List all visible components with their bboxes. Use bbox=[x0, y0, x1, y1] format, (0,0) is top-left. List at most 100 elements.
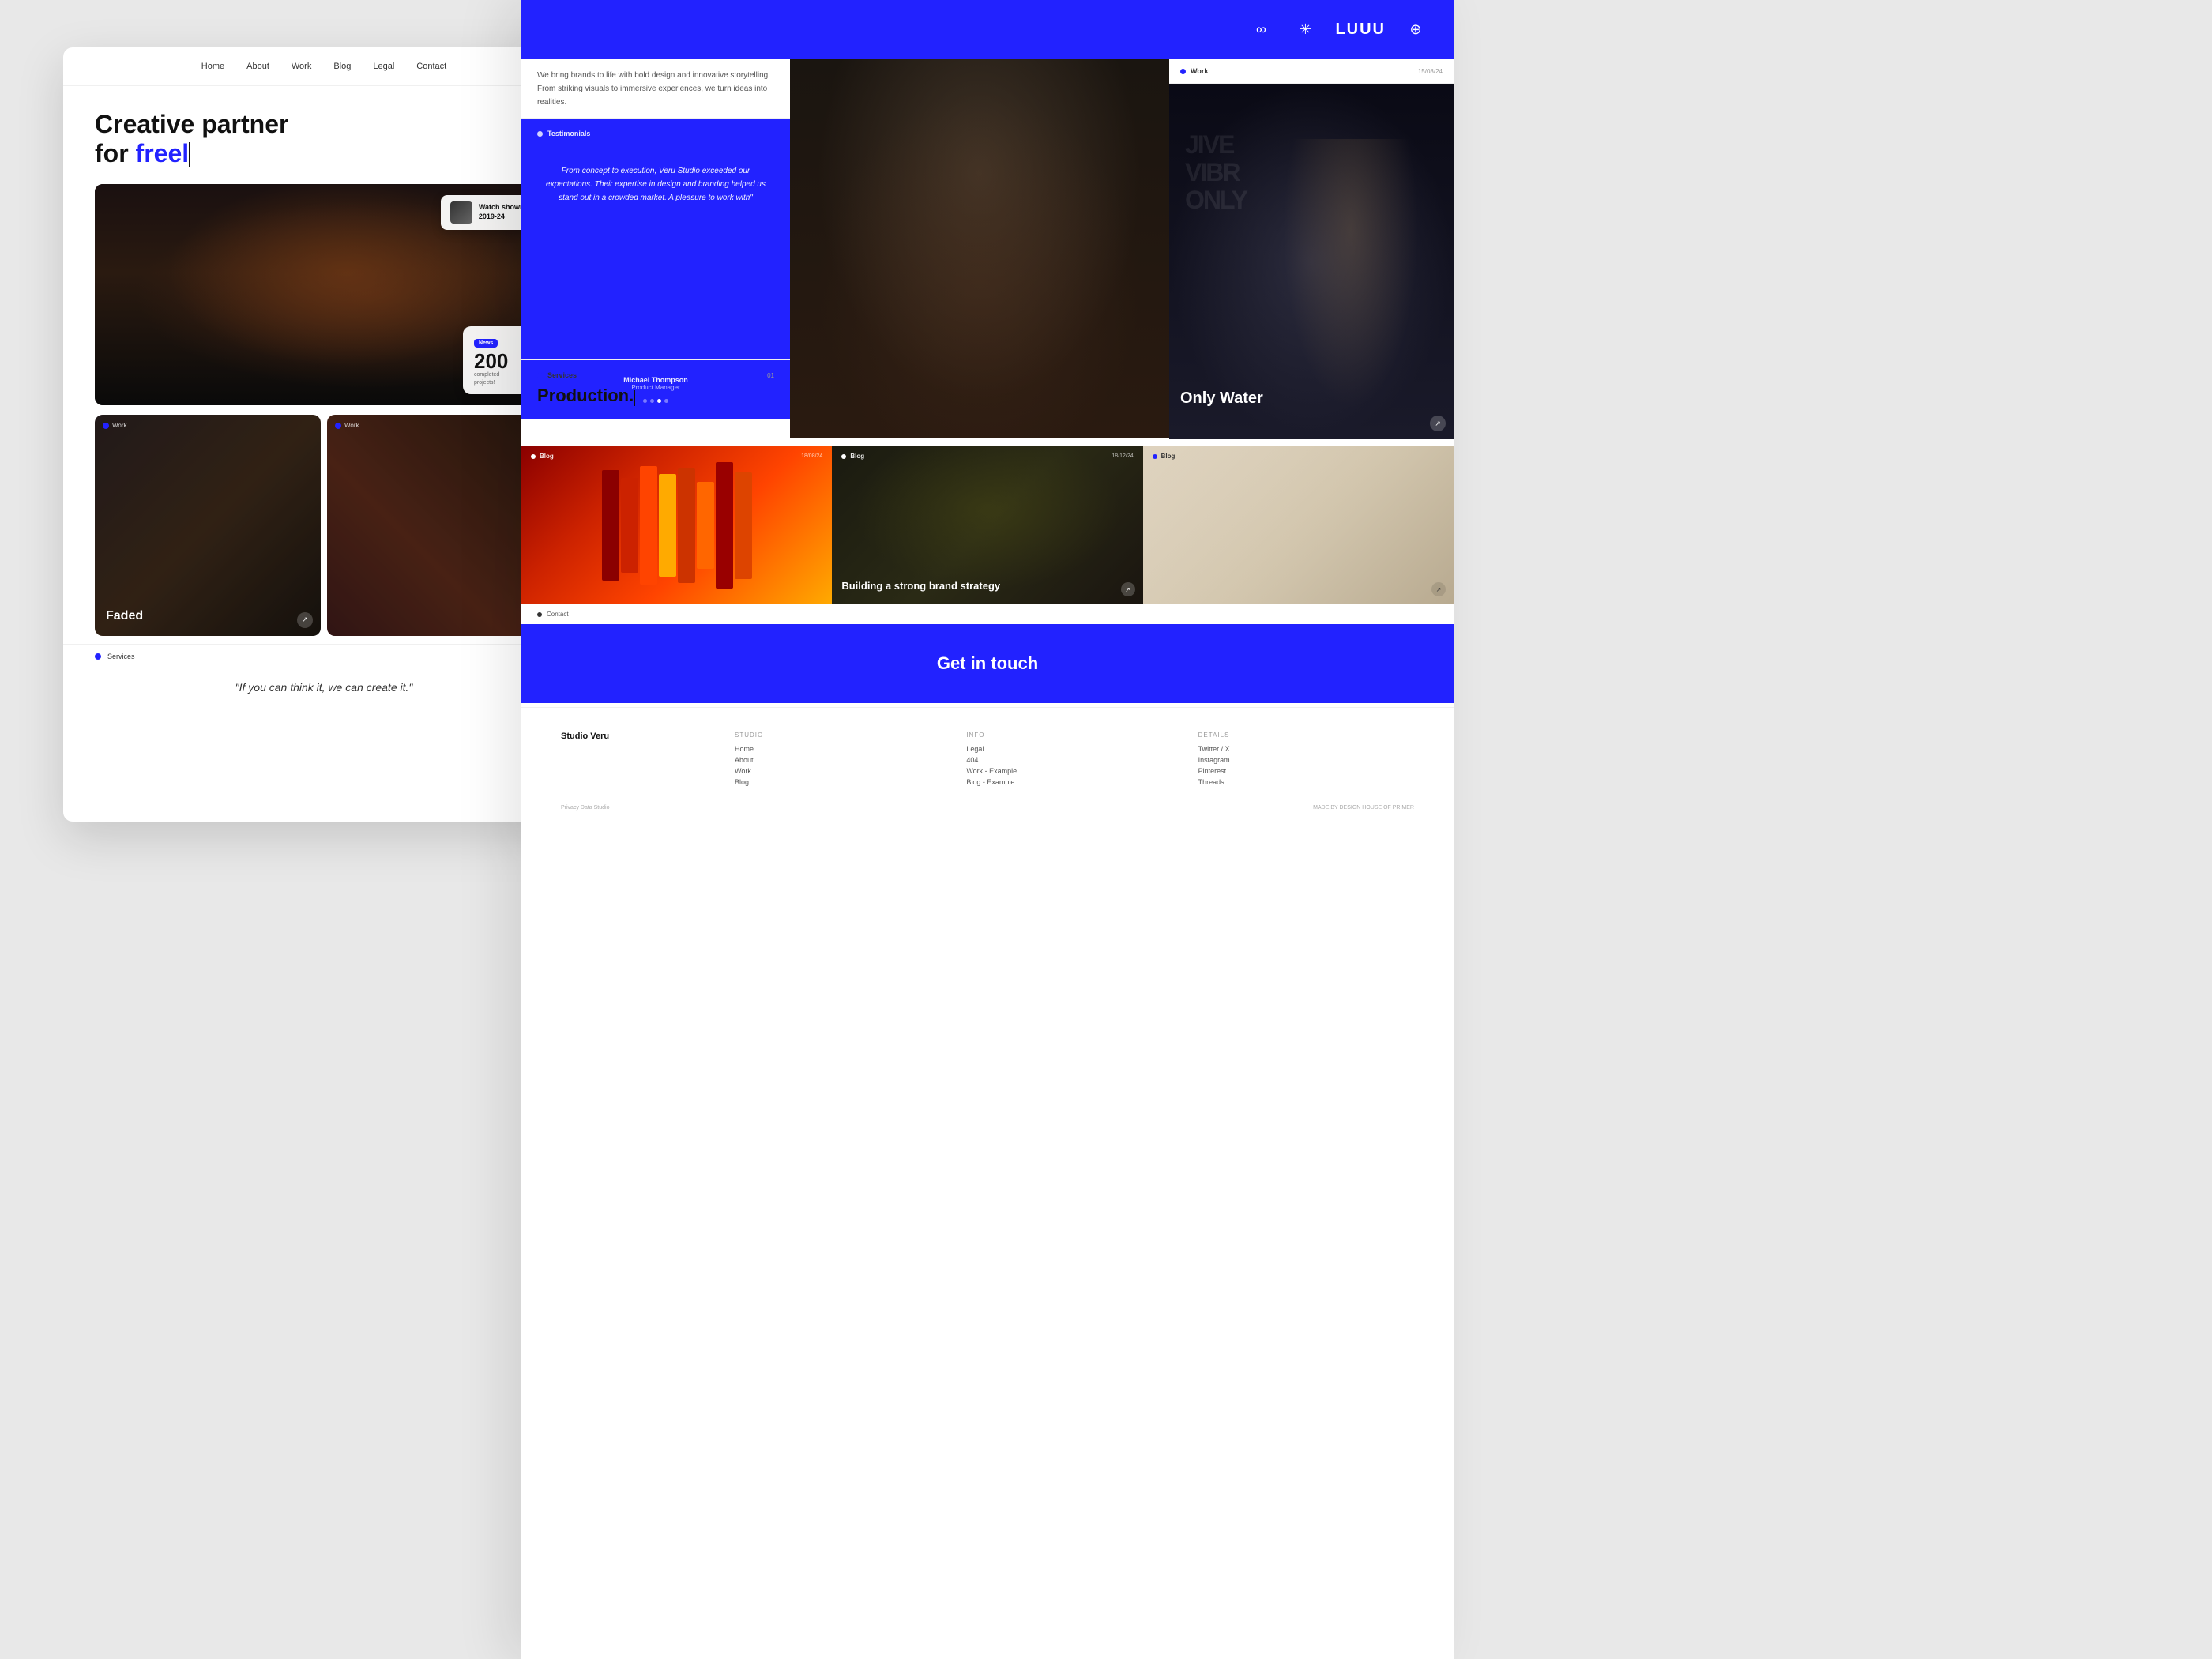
work-row: Work Faded ↗ Work ↗ bbox=[95, 415, 553, 636]
footer-brand-col: Studio Veru bbox=[561, 732, 719, 789]
work-card-title-faded: Faded bbox=[106, 609, 143, 623]
services-section: Services 01 Production. bbox=[521, 359, 790, 438]
blog-card-subway-header: Blog bbox=[1143, 446, 1454, 466]
nav-home[interactable]: Home bbox=[201, 62, 224, 71]
work-label-track: Work bbox=[344, 422, 359, 429]
quote-text: "If you can think it, we can create it." bbox=[95, 681, 553, 694]
services-bar-label: Services bbox=[107, 653, 135, 660]
services-num: 01 bbox=[767, 372, 774, 379]
contact-btn-text: Get in touch bbox=[937, 653, 1038, 674]
hero-video[interactable]: Watch showreel 2019-24 News 200 complete… bbox=[95, 184, 553, 405]
nav-work[interactable]: Work bbox=[292, 62, 311, 71]
blog-card-books-header: Blog 18/08/24 bbox=[521, 446, 832, 466]
contact-header-strip: Contact bbox=[521, 604, 1454, 624]
contact-label: Contact bbox=[547, 611, 569, 618]
blog-dot-label-books: Blog bbox=[531, 453, 554, 460]
blog-card-arrow-subway[interactable]: ↗ bbox=[1431, 582, 1446, 596]
header-logo-text: LUUU bbox=[1335, 21, 1386, 39]
footer-col-info: INFO Legal 404 Work - Example Blog - Exa… bbox=[966, 732, 1182, 789]
blog-card-title-person: Building a strong brand strategy bbox=[841, 580, 1000, 593]
blog-card-person[interactable]: Blog 18/12/24 Building a strong brand st… bbox=[832, 446, 1142, 604]
testimonials-label: Testimonials bbox=[547, 130, 590, 137]
work-big-dot bbox=[1180, 69, 1186, 74]
footer-link-blog[interactable]: Blog bbox=[735, 778, 950, 786]
work-big-label: Work bbox=[1191, 67, 1208, 75]
footer-link-instagram[interactable]: Instagram bbox=[1198, 756, 1414, 764]
footer-col-details: DETAILS Twitter / X Instagram Pinterest … bbox=[1198, 732, 1414, 789]
footer-grid: Studio Veru STUDIO Home About Work Blog … bbox=[561, 732, 1414, 789]
footer-studio-title: STUDIO bbox=[735, 732, 950, 739]
services-header: Services 01 bbox=[537, 371, 774, 379]
header-icon-star: ✳ bbox=[1291, 16, 1319, 44]
blog-dot-label-subway: Blog bbox=[1153, 453, 1176, 460]
work-dot bbox=[103, 423, 109, 429]
services-hdr-left: Services bbox=[537, 371, 577, 379]
services-bar: Services 01 bbox=[63, 644, 585, 668]
work-big-date: 15/08/24 bbox=[1418, 68, 1443, 75]
work-card-track[interactable]: Work ↗ bbox=[327, 415, 553, 636]
nav-legal[interactable]: Legal bbox=[373, 62, 394, 71]
footer-link-about[interactable]: About bbox=[735, 756, 950, 764]
footer-link-work-ex[interactable]: Work - Example bbox=[966, 767, 1182, 775]
blog-card-arrow-person[interactable]: ↗ bbox=[1121, 582, 1135, 596]
footer-copy: Privacy Data Studio bbox=[561, 805, 609, 811]
contact-section: Contact Get in touch bbox=[521, 604, 1454, 707]
about-text: We bring brands to life with bold design… bbox=[537, 69, 774, 109]
only-water-text: Only Water bbox=[1180, 389, 1263, 408]
work-big-image[interactable]: JIVEVIBRONLY Only Water ↗ bbox=[1169, 84, 1454, 439]
hero-section: Creative partner for freel bbox=[63, 86, 585, 184]
services-left: Services bbox=[95, 653, 135, 660]
books-decoration bbox=[521, 446, 832, 604]
work-card-faded[interactable]: Work Faded ↗ bbox=[95, 415, 321, 636]
blog-card-subway[interactable]: Blog ↗ bbox=[1143, 446, 1454, 604]
contact-btn[interactable]: Get in touch bbox=[521, 624, 1454, 703]
blog-dot-label-person: Blog bbox=[841, 453, 864, 460]
nav-blog[interactable]: Blog bbox=[333, 62, 351, 71]
nav-about[interactable]: About bbox=[246, 62, 269, 71]
blog-dot-books bbox=[531, 454, 536, 459]
work-label-faded: Work bbox=[112, 422, 127, 429]
nav-bar: Home About Work Blog Legal Contact bbox=[63, 47, 585, 86]
nav-contact[interactable]: Contact bbox=[416, 62, 446, 71]
footer-link-pinterest[interactable]: Pinterest bbox=[1198, 767, 1414, 775]
work-dot-2 bbox=[335, 423, 341, 429]
production-text: Production. bbox=[537, 386, 774, 406]
contact-dot bbox=[537, 612, 542, 617]
s-dot bbox=[537, 373, 543, 378]
footer-link-legal[interactable]: Legal bbox=[966, 745, 1182, 753]
testimonials-quote: From concept to execution, Veru Studio e… bbox=[537, 164, 774, 205]
blog-row: Blog 18/08/24 Blog bbox=[521, 446, 1454, 604]
services-dot bbox=[95, 653, 101, 660]
footer-link-home[interactable]: Home bbox=[735, 745, 950, 753]
footer-link-work[interactable]: Work bbox=[735, 767, 950, 775]
work-card-arrow-faded[interactable]: ↗ bbox=[297, 612, 313, 628]
footer-section: Studio Veru STUDIO Home About Work Blog … bbox=[521, 707, 1454, 834]
blog-date-books: 18/08/24 bbox=[801, 453, 822, 459]
right-panel: ∞ ✳ LUUU ⊕ We bring brands to life with … bbox=[521, 0, 1454, 1659]
blog-label-person: Blog bbox=[850, 453, 864, 460]
footer-col-studio: STUDIO Home About Work Blog bbox=[735, 732, 950, 789]
blog-date-person: 18/12/24 bbox=[1112, 453, 1133, 459]
services-title: Services bbox=[547, 371, 577, 379]
portrait-section bbox=[790, 59, 1169, 438]
footer-link-threads[interactable]: Threads bbox=[1198, 778, 1414, 786]
work-big-arrow[interactable]: ↗ bbox=[1430, 416, 1446, 431]
blog-card-person-header: Blog 18/12/24 bbox=[832, 446, 1142, 466]
footer-link-404[interactable]: 404 bbox=[966, 756, 1182, 764]
blog-card-books[interactable]: Blog 18/08/24 bbox=[521, 446, 832, 604]
header-icon-infinity: ∞ bbox=[1247, 16, 1275, 44]
watch-thumb bbox=[450, 201, 472, 224]
footer-info-title: INFO bbox=[966, 732, 1182, 739]
work-big-section: Work 15/08/24 JIVEVIBRONLY Only Water ↗ bbox=[1169, 59, 1454, 446]
footer-link-twitter[interactable]: Twitter / X bbox=[1198, 745, 1414, 753]
quote-section: "If you can think it, we can create it." bbox=[63, 668, 585, 706]
footer-brand: Studio Veru bbox=[561, 732, 719, 741]
testimonials-header: Testimonials bbox=[521, 118, 790, 149]
work-big-left: Work bbox=[1180, 67, 1208, 75]
blog-dot-person bbox=[841, 454, 846, 459]
blog-label-subway: Blog bbox=[1161, 453, 1176, 460]
footer-link-blog-ex[interactable]: Blog - Example bbox=[966, 778, 1182, 786]
header-icon-circle: ⊕ bbox=[1401, 16, 1430, 44]
hero-title: Creative partner for freel bbox=[95, 110, 553, 168]
footer-made: MADE BY DESIGN HOUSE OF PRIMER bbox=[1313, 805, 1414, 811]
